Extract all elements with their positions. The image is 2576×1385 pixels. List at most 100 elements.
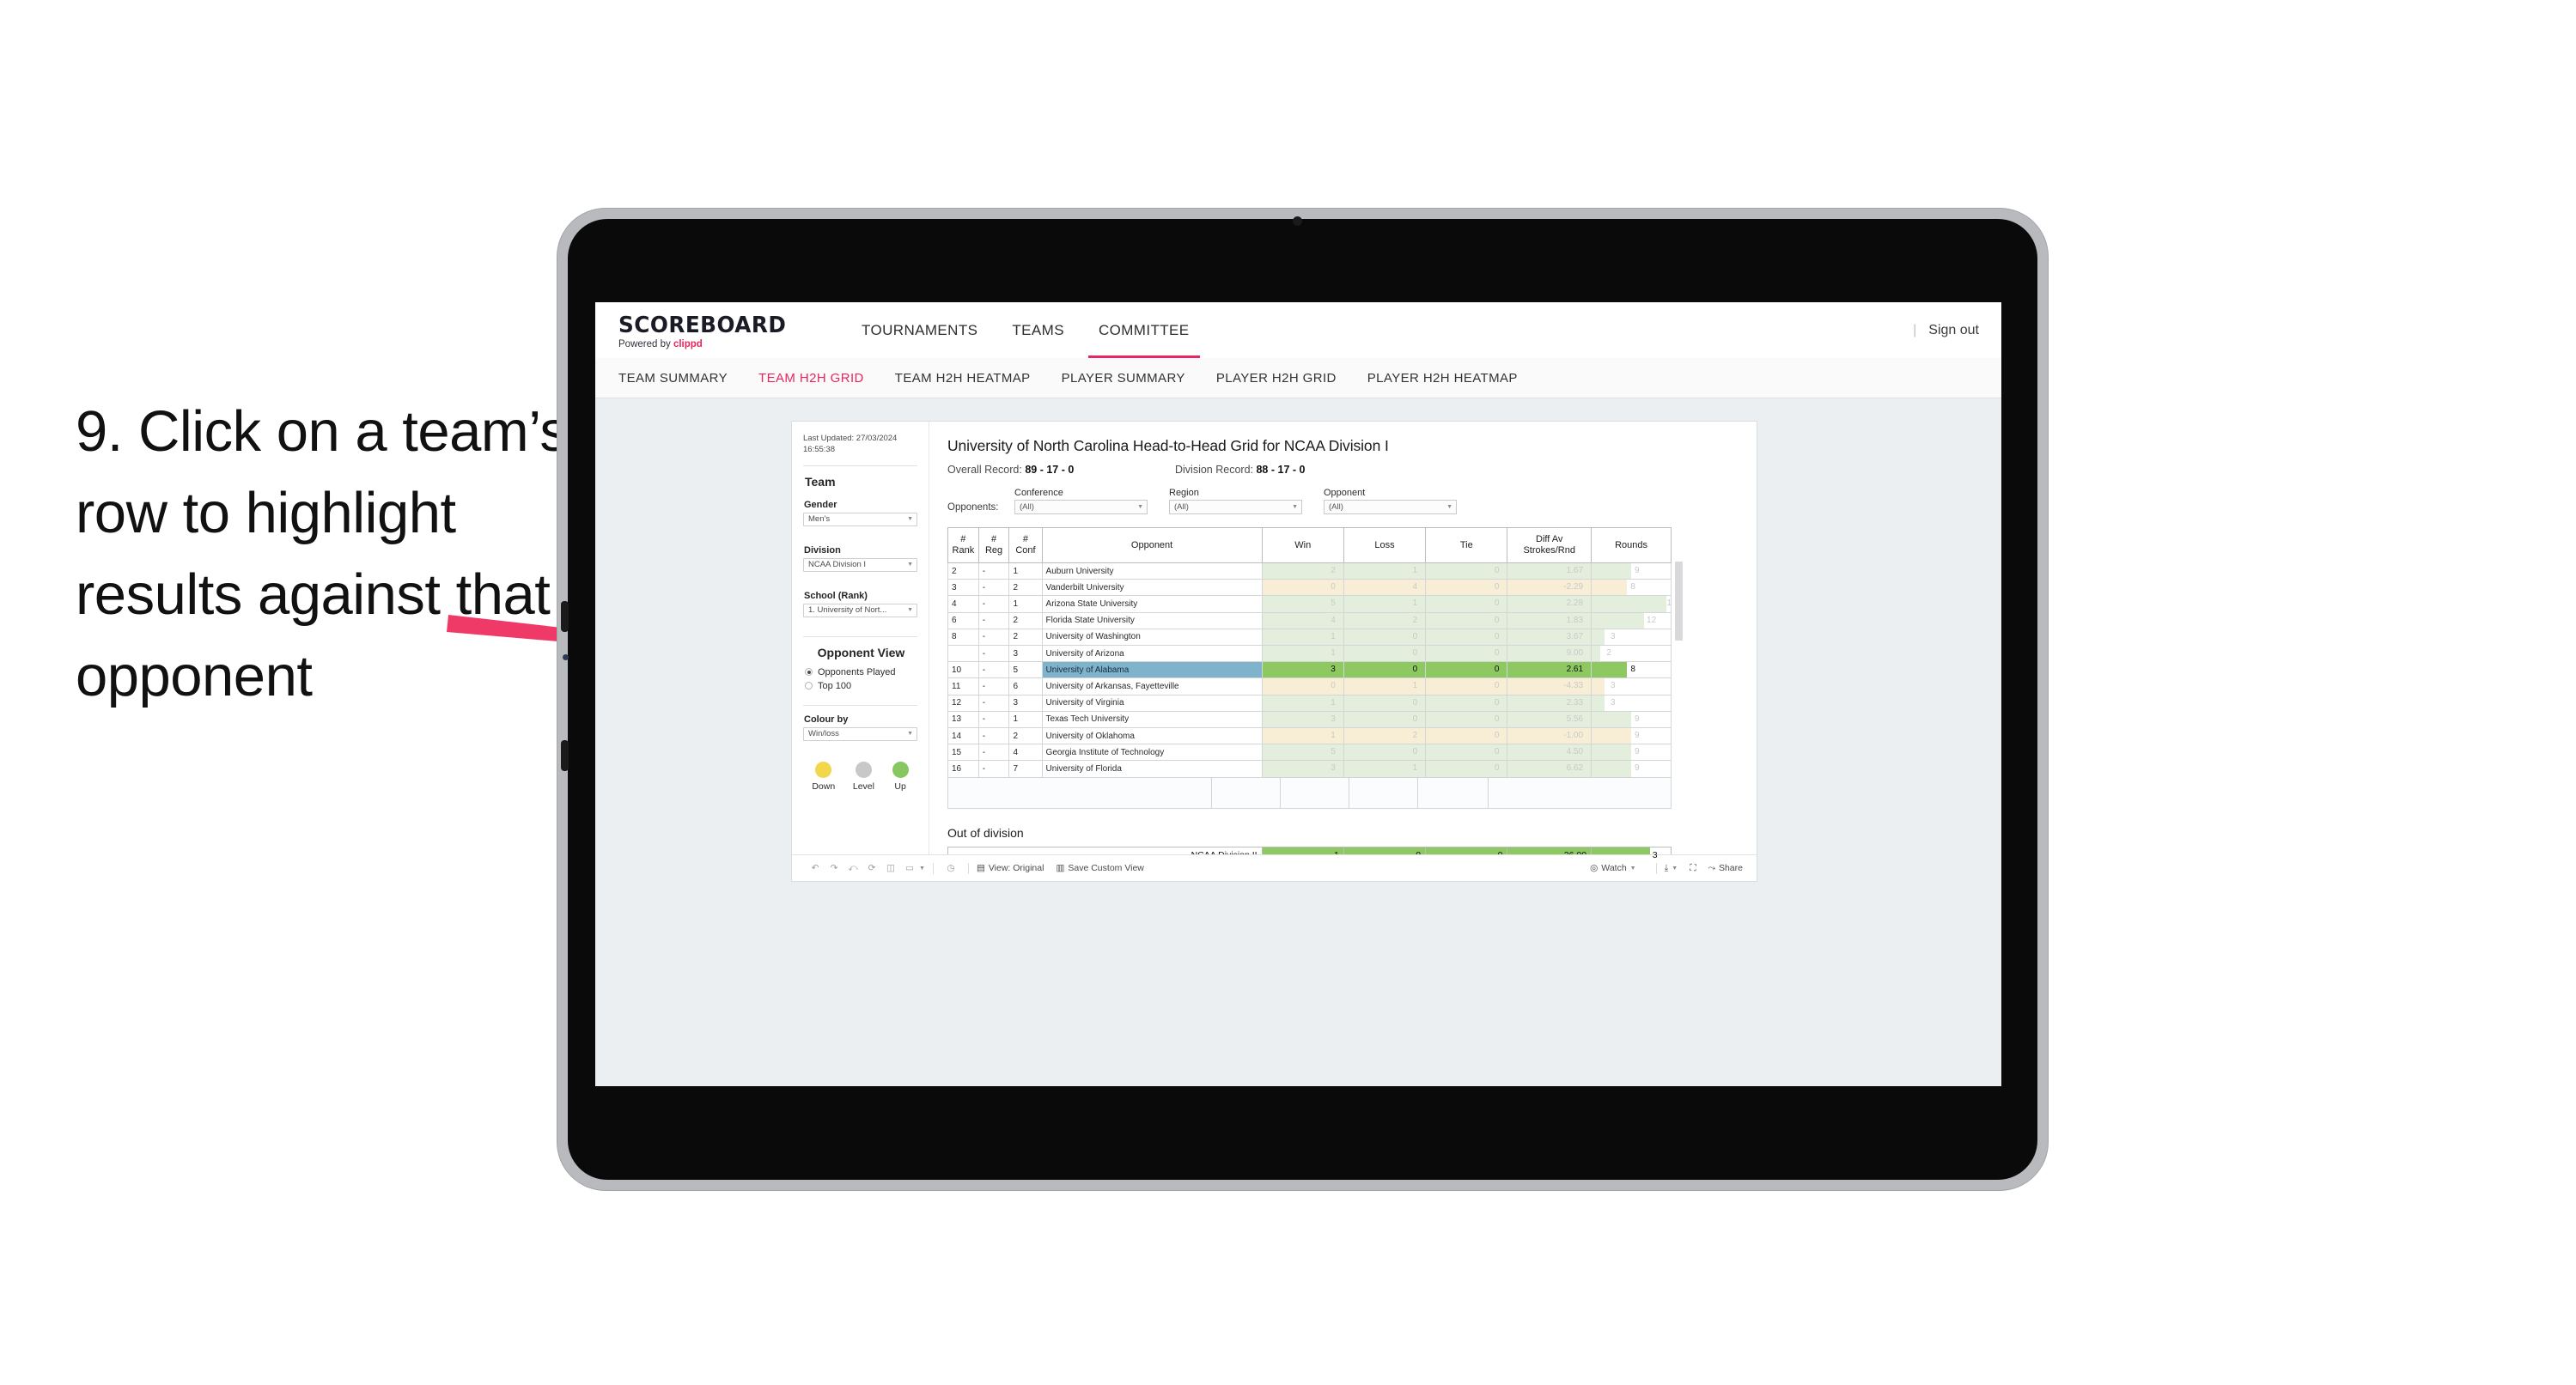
table-row[interactable]: 14-2 University of Oklahoma 1 2 0 -1.00 9 [947, 727, 1672, 745]
cell-diff-value: 5.56 [1566, 714, 1584, 724]
cell-rounds-value: 3 [1611, 631, 1616, 641]
cell-win: 1 [1261, 694, 1344, 712]
subnav-tab-team-h2h-grid[interactable]: TEAM H2H GRID [758, 371, 864, 386]
redo-icon[interactable]: ↷ [825, 863, 843, 873]
view-original-button[interactable]: ▤ View: Original [977, 863, 1044, 873]
conference-select[interactable]: (All) ▼ [1014, 500, 1148, 514]
nav-tab-tournaments[interactable]: TOURNAMENTS [844, 302, 995, 358]
share-icon: ⤳ [1708, 862, 1715, 873]
cell-rounds: 9 [1591, 744, 1672, 762]
cell-reg: - [977, 579, 1010, 597]
region-caption: Region [1169, 488, 1199, 498]
chevron-down-icon: ▼ [1292, 504, 1298, 510]
chevron-down-icon: ▼ [907, 731, 913, 738]
cell-reg: - [977, 694, 1010, 712]
region-select[interactable]: (All) ▼ [1169, 500, 1302, 514]
cell-rounds-value: 8 [1630, 665, 1635, 675]
table-row[interactable]: 2-1 Auburn University 2 1 0 1.67 9 [947, 562, 1672, 580]
cell-rounds: 8 [1591, 579, 1672, 597]
table-row[interactable]: 12-3 University of Virginia 1 0 0 2.33 3 [947, 694, 1672, 712]
table-row[interactable]: 16-7 University of Florida 3 1 0 6.62 9 [947, 760, 1672, 778]
table-row[interactable]: 15-4 Georgia Institute of Technology 5 0 0 4.… [947, 744, 1672, 762]
cell-rounds: 12 [1591, 611, 1672, 629]
fullscreen-icon: ⛶ [1690, 862, 1696, 873]
fullscreen-button[interactable]: ⛶ [1690, 863, 1696, 874]
subnav-tab-player-h2h-grid[interactable]: PLAYER H2H GRID [1216, 371, 1337, 386]
nav-tab-committee[interactable]: COMMITTEE [1081, 302, 1207, 358]
gender-select[interactable]: Men’s ▼ [803, 512, 917, 526]
brand-logo[interactable]: SCOREBOARD Powered by clippd [618, 313, 795, 349]
save-custom-view-button[interactable]: ▥ Save Custom View [1056, 863, 1143, 873]
share-button[interactable]: ⤳ Share [1708, 863, 1743, 874]
signout-link[interactable]: Sign out [1928, 323, 1979, 338]
cell-win-value: 2 [1331, 566, 1336, 575]
table-row[interactable]: -3 University of Arizona 1 0 0 9.00 2 [947, 645, 1672, 663]
undo-icon[interactable]: ↶ [806, 863, 825, 873]
table-row[interactable]: 11-6 University of Arkansas, Fayetteville… [947, 677, 1672, 696]
cell-conf: 1 [1008, 562, 1043, 580]
cell-tie-value: 0 [1494, 665, 1500, 675]
tablet-screen: SCOREBOARD Powered by clippd TOURNAMENTS… [595, 302, 2001, 1086]
cell-loss-value: 0 [1412, 747, 1418, 757]
col-opponent: Opponent [1041, 527, 1263, 563]
cell-tie: 0 [1425, 744, 1508, 762]
nav-tab-teams[interactable]: TEAMS [995, 302, 1081, 358]
toolbar-separator-2 [967, 862, 969, 874]
cell-diff: 2.28 [1507, 595, 1592, 613]
grid-vertical-scrollbar[interactable] [1675, 562, 1683, 641]
cell-diff-value: -2.29 [1563, 582, 1584, 592]
radio-opponents-played[interactable]: Opponents Played [805, 667, 917, 677]
subnav-tab-player-h2h-heatmap[interactable]: PLAYER H2H HEATMAP [1367, 371, 1518, 386]
table-row[interactable]: 6-2 Florida State University 4 2 0 1.83 12 [947, 611, 1672, 629]
subnav-tab-team-h2h-heatmap[interactable]: TEAM H2H HEATMAP [895, 371, 1031, 386]
pause-updates-icon[interactable]: ◫ [881, 863, 900, 873]
save-custom-view-label: Save Custom View [1068, 863, 1144, 873]
refresh-data-icon[interactable]: ⟳ [862, 863, 881, 873]
opponent-select[interactable]: (All) ▼ [1324, 500, 1457, 514]
table-row[interactable]: 13-1 Texas Tech University 3 0 0 5.56 9 [947, 710, 1672, 729]
cell-tie-value: 0 [1494, 598, 1500, 609]
clock-history-icon[interactable]: ◷ [941, 863, 960, 873]
subnav-tab-player-summary[interactable]: PLAYER SUMMARY [1062, 371, 1185, 386]
cell-win-value: 3 [1331, 714, 1336, 724]
watch-button[interactable]: ◎ Watch ▼ [1590, 863, 1635, 873]
cell-rank: 2 [947, 562, 979, 580]
legend-item-level: Level [853, 761, 874, 792]
conference-value: (All) [1020, 502, 1034, 512]
cell-reg: - [977, 677, 1010, 696]
cell-conf: 3 [1008, 694, 1043, 712]
division-select[interactable]: NCAA Division I ▼ [803, 557, 917, 572]
cell-tie: 0 [1425, 579, 1508, 597]
panel-divider-2 [803, 635, 917, 637]
grid-body: 2-1 Auburn University 2 1 0 1.67 9 3-2 Vanderbil… [947, 562, 1672, 778]
chevron-down-icon[interactable]: ▼ [919, 866, 925, 872]
subnav-tab-team-summary[interactable]: TEAM SUMMARY [618, 371, 728, 386]
table-row[interactable]: 8-2 University of Washington 1 0 0 3.67 3 [947, 628, 1672, 647]
cell-win: 1 [1261, 645, 1344, 663]
school-value: 1. University of Nort... [808, 605, 887, 616]
school-label: School (Rank) [804, 590, 868, 601]
table-row[interactable]: 10-5 University of Alabama 3 0 0 2.61 8 [947, 661, 1672, 679]
cell-tie: 0 [1425, 677, 1508, 696]
radio-top-100[interactable]: Top 100 [805, 681, 917, 691]
revert-icon[interactable]: ⤺ [843, 863, 862, 874]
table-row[interactable]: 3-2 Vanderbilt University 0 4 0 -2.29 8 [947, 579, 1672, 597]
table-row[interactable]: 4-1Arizona State University5102.2817 [947, 595, 1672, 613]
cell-tie-value: 0 [1494, 566, 1500, 575]
radio-icon-selected [805, 668, 813, 677]
filter-panel: Last Updated: 27/03/2024 16:55:38 Team G… [792, 422, 929, 881]
legend-swatch-icon [892, 761, 909, 778]
cell-loss: 1 [1343, 760, 1427, 778]
school-select[interactable]: 1. University of Nort... ▼ [803, 603, 917, 617]
cell-tie-value: 0 [1494, 763, 1500, 774]
h2h-grid-view: University of North Carolina Head-to-Hea… [930, 422, 1757, 881]
colour-by-select[interactable]: Win/loss ▼ [803, 726, 917, 741]
cell-win-value: 0 [1331, 681, 1336, 691]
cell-loss-value: 4 [1412, 582, 1418, 592]
download-button[interactable]: ⤓ ▼ [1665, 863, 1678, 874]
view-title: University of North Carolina Head-to-Hea… [947, 437, 1389, 454]
rectangle-select-icon[interactable]: ▭ [900, 863, 919, 873]
cell-loss-value: 1 [1412, 598, 1418, 609]
cell-conf: 5 [1008, 661, 1043, 679]
cell-reg: - [977, 727, 1010, 745]
